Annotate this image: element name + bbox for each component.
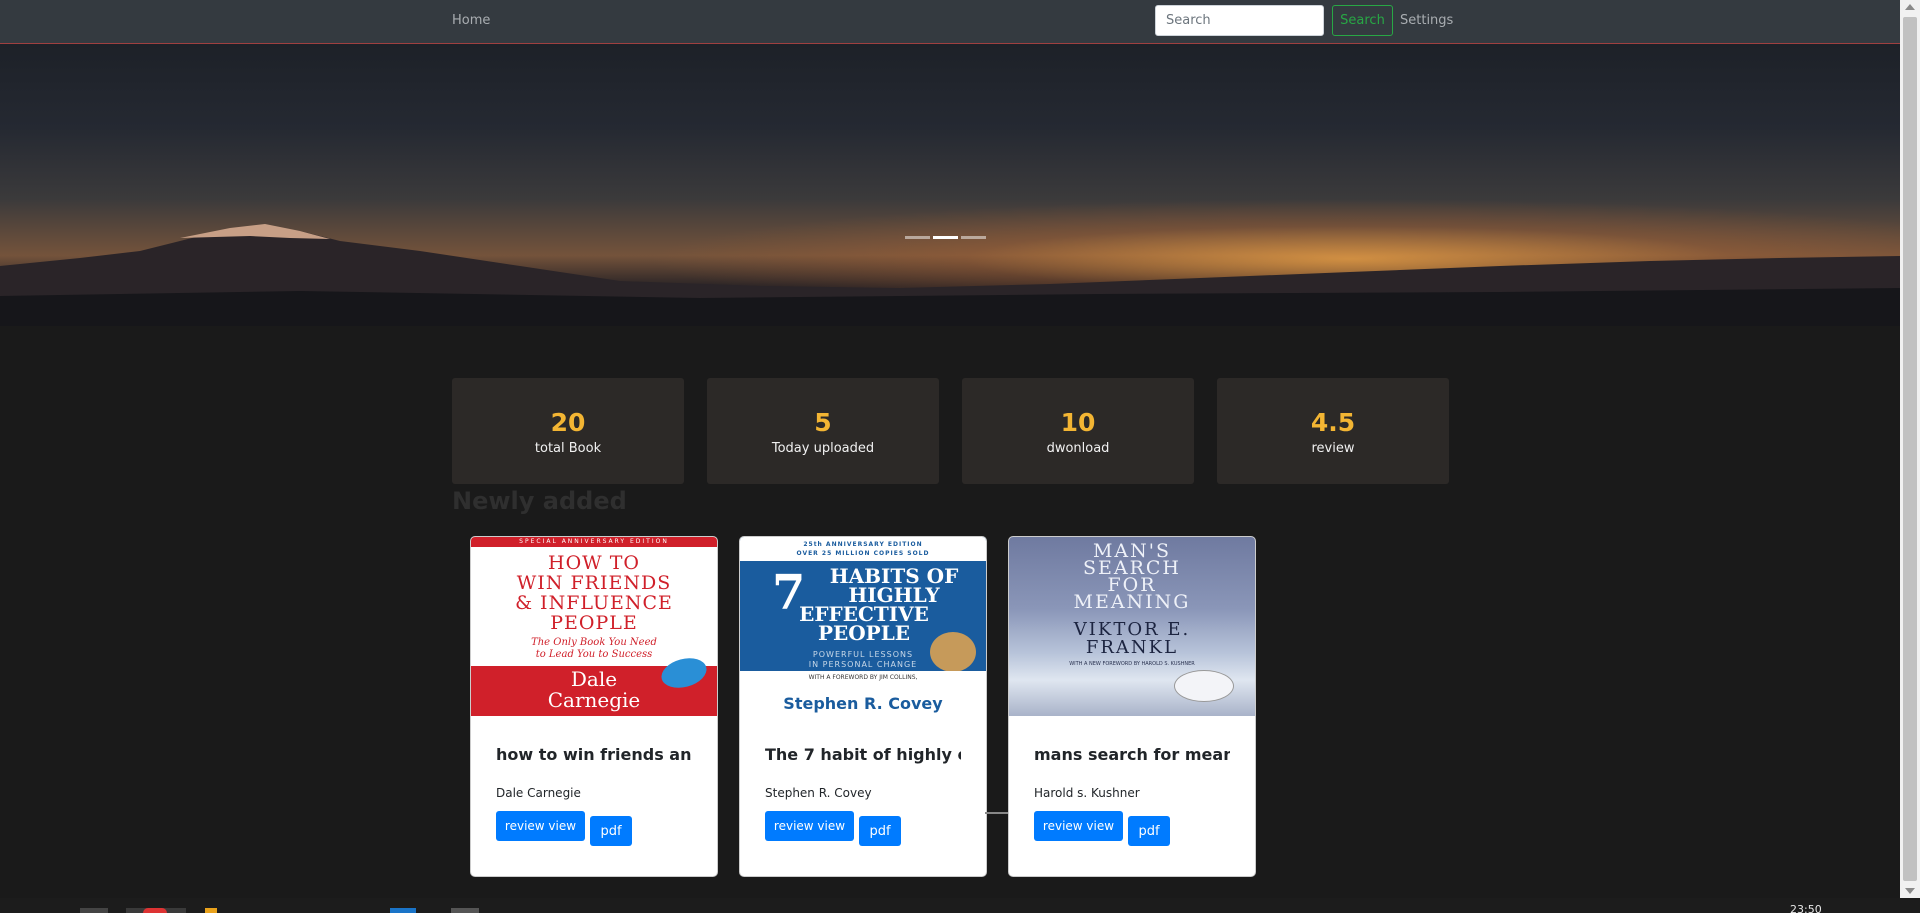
mountain-silhouette xyxy=(0,224,1900,326)
stat-label: dwonload xyxy=(1046,441,1110,456)
review-view-button[interactable]: review view xyxy=(496,811,585,841)
pdf-button[interactable]: pdf xyxy=(859,816,901,846)
section-title: Newly added xyxy=(452,487,627,515)
navbar: Home Search Settings xyxy=(0,0,1900,43)
stat-value: 10 xyxy=(1060,408,1096,437)
book-card: MAN'S SEARCH FOR MEANING VIKTOR E. FRANK… xyxy=(1008,536,1256,877)
stat-value: 20 xyxy=(550,408,586,437)
book-card: 25th ANNIVERSARY EDITION OVER 25 MILLION… xyxy=(739,536,987,877)
book-author: Harold s. Kushner xyxy=(1034,786,1140,800)
book-title: The 7 habit of highly effective people xyxy=(765,745,961,764)
book-cover-image: MAN'S SEARCH FOR MEANING VIKTOR E. FRANK… xyxy=(1009,537,1255,716)
taskbar-app-icon[interactable] xyxy=(80,908,108,913)
stat-value: 5 xyxy=(814,408,832,437)
hero-carousel xyxy=(0,43,1900,326)
scroll-down-arrow-icon[interactable] xyxy=(1905,888,1915,894)
carousel-indicators xyxy=(905,236,986,239)
seal-badge-icon xyxy=(1174,670,1234,702)
vertical-scrollbar[interactable] xyxy=(1900,0,1920,898)
book-card: SPECIAL ANNIVERSARY EDITION HOW TO WIN F… xyxy=(470,536,718,877)
carousel-indicator-1[interactable] xyxy=(905,236,930,239)
chrome-icon xyxy=(143,908,167,913)
scroll-up-arrow-icon[interactable] xyxy=(1905,4,1915,10)
carousel-indicator-2[interactable] xyxy=(933,236,958,239)
stat-label: review xyxy=(1311,441,1355,456)
stat-label: total Book xyxy=(534,441,602,456)
os-taskbar: 23:50 xyxy=(0,898,1920,913)
stat-card-review: 4.5 review xyxy=(1217,378,1449,484)
stat-card-download: 10 dwonload xyxy=(962,378,1194,484)
nav-settings-link[interactable]: Settings xyxy=(1400,13,1453,28)
stat-card-total-book: 20 total Book xyxy=(452,378,684,484)
search-button[interactable]: Search xyxy=(1332,5,1393,36)
book-author: Stephen R. Covey xyxy=(765,786,872,800)
stat-label: Today uploaded xyxy=(771,441,875,456)
book-cover-image: 25th ANNIVERSARY EDITION OVER 25 MILLION… xyxy=(740,537,986,716)
stat-value: 4.5 xyxy=(1310,408,1356,437)
review-view-button[interactable]: review view xyxy=(765,811,854,841)
carousel-indicator-3[interactable] xyxy=(961,236,986,239)
book-cover-image: SPECIAL ANNIVERSARY EDITION HOW TO WIN F… xyxy=(471,537,717,716)
scrollbar-thumb[interactable] xyxy=(1903,17,1917,881)
vscode-icon[interactable] xyxy=(390,908,416,913)
folder-icon[interactable] xyxy=(205,908,217,913)
divider xyxy=(985,812,1008,814)
nav-home-link[interactable]: Home xyxy=(452,13,490,28)
book-title: mans search for meaning xyxy=(1034,745,1230,764)
review-view-button[interactable]: review view xyxy=(1034,811,1123,841)
taskbar-clock: 23:50 xyxy=(1790,903,1822,913)
book-title: how to win friends and influence people xyxy=(496,745,692,764)
taskbar-app-icon[interactable] xyxy=(451,908,479,913)
book-author: Dale Carnegie xyxy=(496,786,581,800)
pdf-button[interactable]: pdf xyxy=(1128,816,1170,846)
search-input[interactable] xyxy=(1155,5,1324,36)
stat-card-today-uploaded: 5 Today uploaded xyxy=(707,378,939,484)
pdf-button[interactable]: pdf xyxy=(590,816,632,846)
